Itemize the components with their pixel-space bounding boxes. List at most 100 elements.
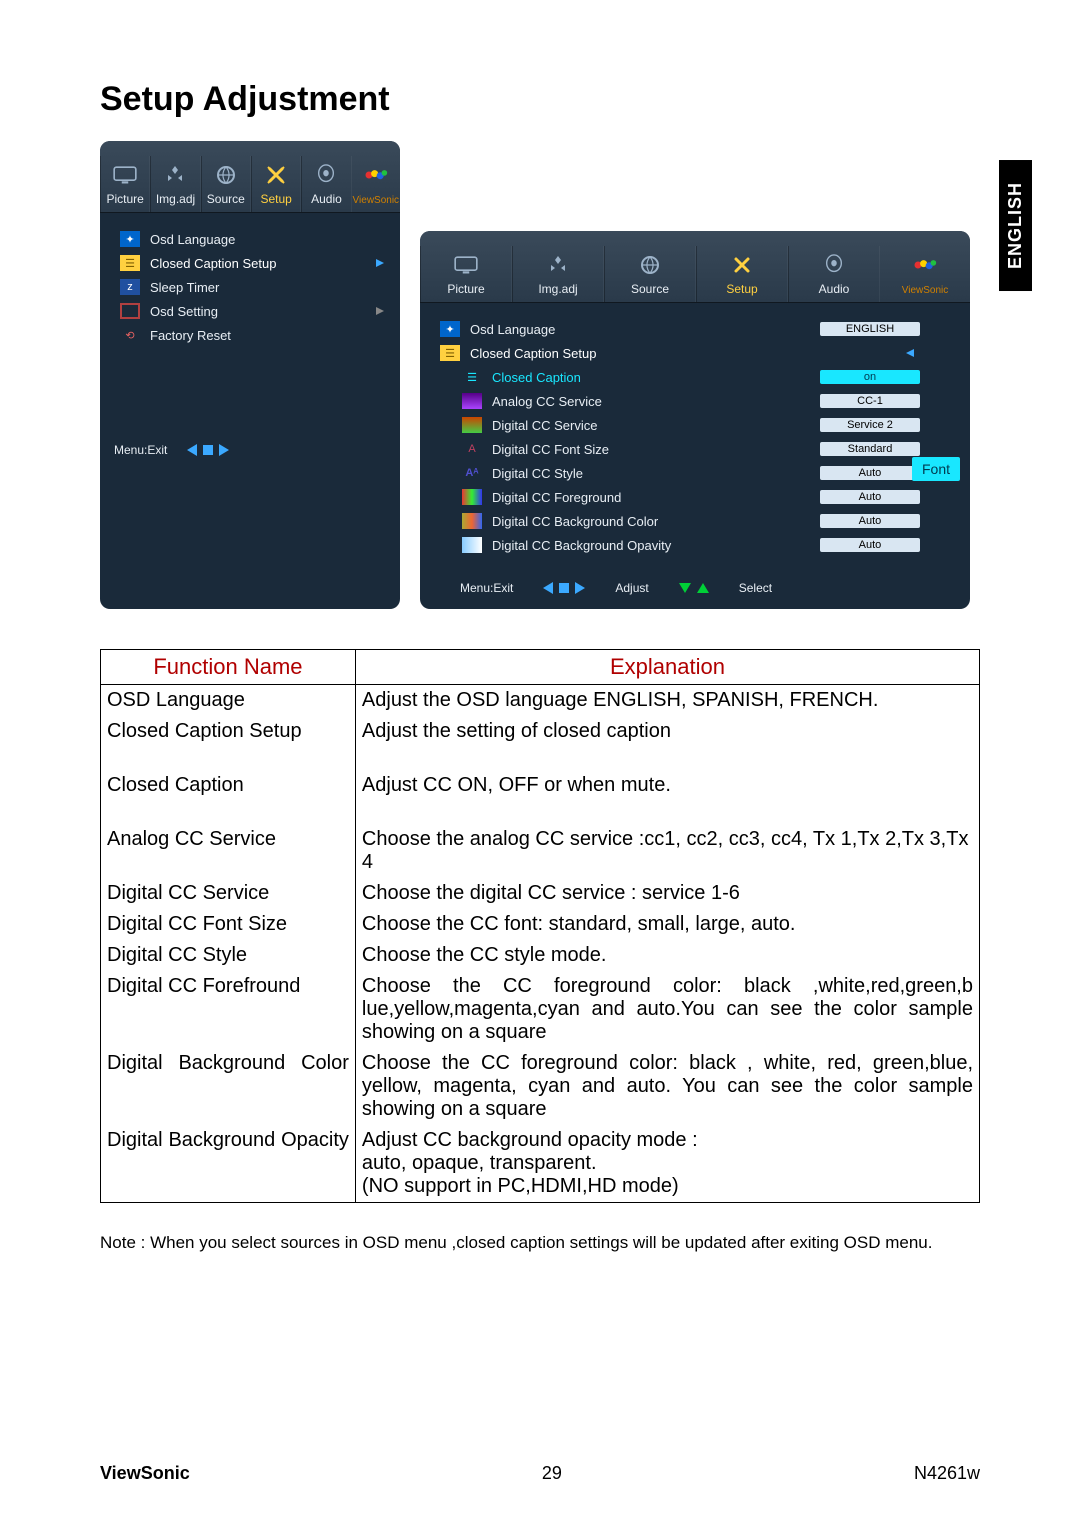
fore-icon [462,489,482,505]
table-cell-function: Digital CC Font Size [101,909,356,940]
tab-label: Source [207,192,245,206]
lang-icon: ✦ [120,231,140,247]
brand-label: ViewSonic [353,195,400,206]
table-cell-explanation: Adjust CC background opacity mode : auto… [355,1125,979,1203]
table-cell-explanation: Choose the analog CC service :cc1, cc2, … [355,824,979,878]
table-cell-function: Digital CC Service [101,878,356,909]
tab-picture[interactable]: Picture [420,246,512,302]
collapse-icon [902,346,920,360]
tab-label: Picture [447,282,484,296]
table-cell-function: Digital Background Color [101,1048,356,1125]
osd-footer: Menu:Exit [100,433,400,471]
menu-item-digital-cc-bgcolor[interactable]: Digital CC Background Color Auto [452,509,930,533]
menu-label: Factory Reset [150,328,390,343]
menu-label: Closed Caption [492,370,810,385]
tab-source[interactable]: Source [604,246,696,302]
table-cell-function: Closed Caption Setup [101,716,356,770]
menu-item-closed-caption[interactable]: ☰Closed Captionon [452,365,930,389]
menu-item-analog-cc[interactable]: Analog CC ServiceCC-1 [452,389,930,413]
menu-value: Auto [820,490,920,504]
tab-label: Setup [726,282,757,296]
digserv-icon [462,417,482,433]
menu-label: Digital CC Style [492,466,810,481]
expand-icon [372,256,390,270]
menu-item-osd-language[interactable]: ✦Osd Language [110,227,400,251]
opacity-icon [462,537,482,553]
osd-right-panel: Picture Img.adj Source Setup Audio ViewS… [420,231,970,609]
table-cell-explanation: Choose the digital CC service : service … [355,878,979,909]
imgadj-icon [544,252,572,278]
audio-icon [312,162,340,188]
tab-label: Img.adj [156,192,195,206]
menu-item-digital-cc-fontsize[interactable]: ADigital CC Font SizeStandard [452,437,930,461]
table-cell-explanation: Choose the CC style mode. [355,940,979,971]
tab-label: Source [631,282,669,296]
table-header-function: Function Name [101,650,356,685]
menu-item-digital-cc-style[interactable]: AᴬDigital CC StyleAuto [452,461,930,485]
picture-icon [452,252,480,278]
analog-icon [462,393,482,409]
tab-brand: ViewSonic [352,156,400,212]
source-icon [636,252,664,278]
menu-label: Digital CC Foreground [492,490,810,505]
table-cell-explanation: Choose the CC foreground color: black ,w… [355,971,979,1048]
menu-item-digital-cc-opacity[interactable]: Digital CC Background Opavity Auto [452,533,930,557]
explanation-table: Function Name Explanation OSD LanguageAd… [100,649,980,1203]
menu-item-cc-setup[interactable]: ☰Closed Caption Setup [430,341,930,365]
select-arrows [679,583,709,593]
tab-picture[interactable]: Picture [100,156,150,212]
menu-label: Closed Caption Setup [470,346,892,361]
font-icon: A [462,441,482,457]
viewsonic-icon [911,252,939,278]
table-cell-explanation: Choose the CC font: standard, small, lar… [355,909,979,940]
sleep-icon: z [120,279,140,295]
menu-item-digital-cc-fore[interactable]: Digital CC Foreground Auto [452,485,930,509]
lang-icon: ✦ [440,321,460,337]
page-title: Setup Adjustment [100,80,980,119]
osd-left-panel: Picture Img.adj Source Setup Audio ViewS… [100,141,400,609]
tab-audio[interactable]: Audio [788,246,880,302]
tab-imgadj[interactable]: Img.adj [150,156,200,212]
table-cell-explanation: Choose the CC foreground color: black , … [355,1048,979,1125]
tab-audio[interactable]: Audio [301,156,351,212]
imgadj-icon [161,162,189,188]
tab-source[interactable]: Source [201,156,251,212]
menu-item-osd-language[interactable]: ✦Osd LanguageENGLISH [430,317,930,341]
tab-imgadj[interactable]: Img.adj [512,246,604,302]
footer-adjust: Adjust [615,581,648,595]
osd-body: ✦Osd Language ☰Closed Caption Setup zSle… [100,213,400,433]
menu-value: Service 2 [820,418,920,432]
tooltip-font: Font [912,457,960,481]
nav-arrows [187,444,229,456]
menu-item-digital-cc-service[interactable]: Digital CC ServiceService 2 [452,413,930,437]
bgcolor-icon [462,513,482,529]
menu-value: Auto [820,466,920,480]
table-cell-function: Digital CC Forefround [101,971,356,1048]
menu-item-cc-setup[interactable]: ☰Closed Caption Setup [110,251,400,275]
table-cell-explanation: Adjust the OSD language ENGLISH, SPANISH… [355,685,979,717]
source-icon [212,162,240,188]
menu-item-osd-setting[interactable]: Osd Setting [110,299,400,323]
menu-value: Auto [820,538,920,552]
menu-label: Closed Caption Setup [150,256,362,271]
footer-page: 29 [542,1463,562,1484]
menu-label: Osd Language [470,322,810,337]
menu-item-factory-reset[interactable]: ⟲Factory Reset [110,323,400,347]
table-cell-function: Digital CC Style [101,940,356,971]
osd-body: ✦Osd LanguageENGLISH ☰Closed Caption Set… [420,303,970,571]
brand-label: ViewSonic [902,285,949,296]
tab-setup[interactable]: Setup [696,246,788,302]
menu-item-sleep-timer[interactable]: zSleep Timer [110,275,400,299]
cc-sub-icon: ☰ [462,369,482,385]
tab-label: Picture [106,192,143,206]
audio-icon [820,252,848,278]
menu-label: Digital CC Background Color [492,514,810,529]
setup-icon [262,162,290,188]
table-cell-function: Digital Background Opacity [101,1125,356,1203]
tab-setup[interactable]: Setup [251,156,301,212]
footer-model: N4261w [914,1463,980,1484]
menu-value: Auto [820,514,920,528]
viewsonic-icon [362,162,390,188]
menu-label: Digital CC Background Opavity [492,538,810,553]
footer-select: Select [739,581,772,595]
